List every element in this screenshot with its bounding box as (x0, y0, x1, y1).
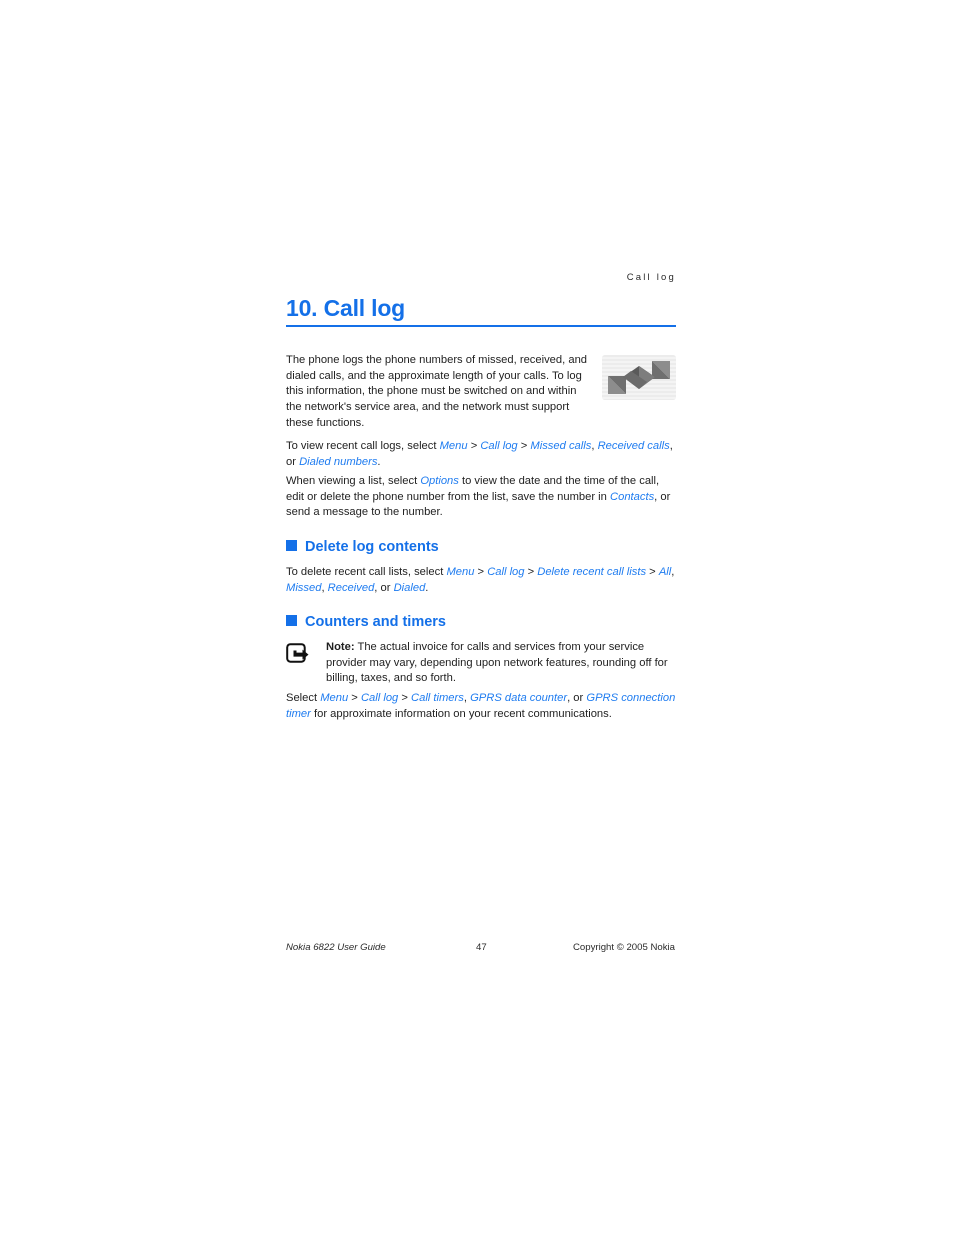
note-pointer-icon (286, 643, 315, 665)
link-call-log[interactable]: Call log (487, 566, 524, 578)
separator-or: , or (567, 692, 587, 704)
separator-comma: , (671, 566, 675, 578)
separator-gt: > (467, 440, 481, 452)
link-received-calls[interactable]: Received calls (598, 440, 670, 452)
link-options[interactable]: Options (420, 475, 459, 487)
section-heading-counters-and-timers: Counters and timers (286, 613, 676, 631)
separator-gt: > (524, 566, 538, 578)
link-all[interactable]: All (659, 566, 671, 578)
note-label: Note: (326, 641, 355, 653)
separator-or: , or (374, 581, 394, 594)
footer-page-number: 47 (476, 942, 487, 953)
link-call-timers[interactable]: Call timers (411, 692, 464, 704)
blue-square-bullet-icon (286, 540, 297, 551)
link-missed-calls[interactable]: Missed calls (530, 440, 591, 452)
note-body-text: The actual invoice for calls and service… (326, 641, 668, 685)
footer-copyright: Copyright © 2005 Nokia (573, 942, 675, 953)
delete-lead-text: To delete recent call lists, select (286, 566, 447, 578)
link-delete-recent-call-lists[interactable]: Delete recent call lists (537, 566, 646, 578)
separator-gt: > (646, 566, 659, 578)
page-title: 10. Call log (286, 295, 406, 321)
title-divider (286, 325, 676, 327)
view-call-logs-paragraph: To view recent call logs, select Menu > … (286, 439, 678, 470)
link-call-log[interactable]: Call log (480, 440, 517, 452)
call-log-arrows-icon (602, 355, 676, 400)
link-received[interactable]: Received (328, 582, 375, 594)
link-gprs-data-counter[interactable]: GPRS data counter (470, 692, 567, 704)
options-paragraph: When viewing a list, select Options to v… (286, 474, 678, 521)
delete-call-lists-paragraph: To delete recent call lists, select Menu… (286, 565, 678, 596)
note-callout: Note: The actual invoice for calls and s… (286, 640, 678, 687)
link-menu[interactable]: Menu (446, 566, 474, 578)
select-tail-text: for approximate information on your rece… (310, 707, 612, 720)
section-heading-label: Delete log contents (305, 539, 439, 555)
link-dialed-numbers[interactable]: Dialed numbers (299, 456, 377, 468)
footer-document-title: Nokia 6822 User Guide (286, 942, 386, 953)
document-page: Call log 10. Call log The phone logs the… (0, 0, 954, 1235)
separator-gt: > (398, 692, 412, 704)
link-contacts[interactable]: Contacts (610, 491, 654, 503)
view-lead-text: To view recent call logs, select (286, 440, 440, 452)
select-lead-text: Select (286, 692, 321, 704)
link-menu[interactable]: Menu (320, 692, 348, 704)
note-text: Note: The actual invoice for calls and s… (326, 640, 678, 687)
sentence-period: . (377, 455, 381, 468)
blue-square-bullet-icon (286, 615, 297, 626)
sentence-period: . (425, 581, 429, 594)
separator-gt: > (517, 440, 531, 452)
running-header: Call log (626, 272, 676, 283)
section-heading-delete-log-contents: Delete log contents (286, 538, 676, 556)
link-call-log[interactable]: Call log (361, 692, 398, 704)
section-heading-label: Counters and timers (305, 614, 446, 630)
intro-text: The phone logs the phone numbers of miss… (286, 354, 588, 429)
counters-select-paragraph: Select Menu > Call log > Call timers, GP… (286, 691, 678, 722)
link-dialed[interactable]: Dialed (394, 582, 426, 594)
options-text-1: When viewing a list, select (286, 475, 421, 487)
link-menu[interactable]: Menu (440, 440, 468, 452)
separator-gt: > (474, 566, 488, 578)
separator-gt: > (348, 692, 361, 704)
intro-paragraph: The phone logs the phone numbers of miss… (286, 353, 676, 432)
link-missed[interactable]: Missed (286, 582, 321, 594)
